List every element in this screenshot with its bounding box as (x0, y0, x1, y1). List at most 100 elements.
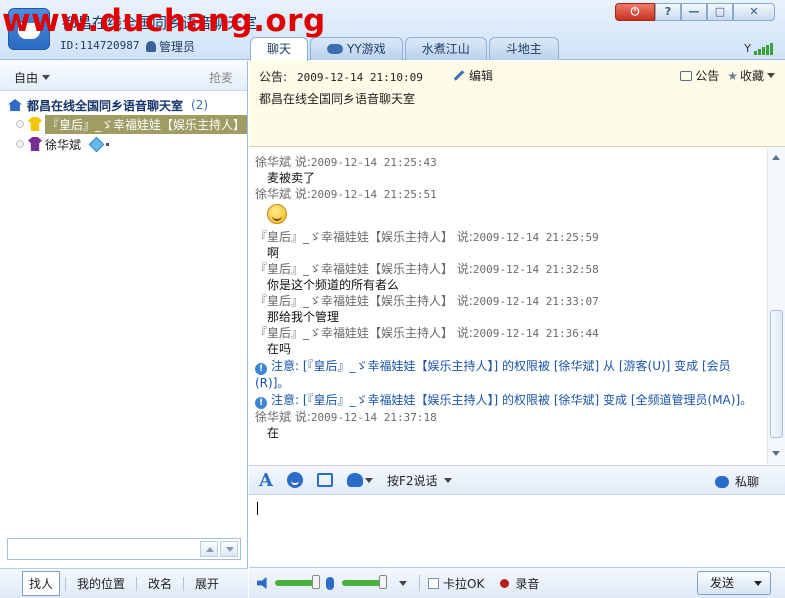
mic-mode-dropdown[interactable]: 自由 (14, 69, 51, 86)
announcement-actions: 公告 ★ 收藏 (680, 67, 775, 84)
message-header: 『皇后』_ゞ幸福娃娃【娱乐主持人】 说:2009-12-14 21:33:07 (255, 293, 767, 309)
star-icon: ★ (727, 69, 738, 83)
find-user-button[interactable]: 找人 (22, 571, 61, 596)
slider-knob[interactable] (312, 575, 320, 589)
message-said: 说: (456, 230, 473, 244)
grin-emoji-icon (267, 204, 287, 224)
notice-text: 注意: [『皇后』_ゞ幸福娃娃【娱乐主持人】] 的权限被 [徐华斌] 从 [游客… (255, 359, 731, 390)
my-location-button[interactable]: 我的位置 (71, 572, 131, 595)
chat-toolbar: A 按F2说话 私聊 (249, 465, 785, 495)
member-item-host[interactable]: 『皇后』_ゞ幸福娃娃【娱乐主持人】 (0, 114, 247, 134)
watermark: www.duchang.org (2, 3, 326, 39)
message-header: 徐华斌 说:2009-12-14 21:25:51 (255, 186, 767, 202)
slider-knob[interactable] (379, 575, 387, 589)
tab-doudizhu[interactable]: 斗地主 (488, 37, 559, 60)
chevron-down-icon[interactable] (399, 580, 407, 586)
channel-tree-panel: 自由 抢麦 都昌在线全国同乡语音聊天室 (2) 『皇后』_ゞ幸福娃娃【娱乐主持人… (0, 61, 248, 598)
home-icon (8, 99, 22, 111)
chevron-down-icon (767, 73, 775, 78)
channel-root[interactable]: 都昌在线全国同乡语音聊天室 (2) (0, 96, 247, 114)
user-icon (146, 41, 156, 52)
mic-status-icon (106, 142, 110, 146)
chevron-down-icon[interactable] (754, 581, 762, 586)
admin-vest-icon (28, 137, 42, 151)
message-text: 在 (267, 426, 280, 440)
send-button[interactable]: 发送 (697, 571, 771, 595)
message-author: 『皇后』_ゞ幸福娃娃【娱乐主持人】 (255, 230, 454, 244)
microphone-icon[interactable] (326, 576, 334, 590)
message-author: 徐华斌 (255, 155, 292, 169)
screenshot-icon[interactable] (316, 473, 333, 487)
grab-mic-button[interactable]: 抢麦 (209, 69, 233, 86)
scroll-thumb[interactable] (770, 310, 783, 438)
status-dot-icon (16, 140, 24, 148)
edit-label: 编辑 (469, 69, 494, 83)
help-button[interactable]: ? (655, 3, 681, 21)
edit-announcement-button[interactable]: 编辑 (453, 67, 493, 84)
share-icon[interactable] (346, 473, 363, 487)
scroll-down-arrow[interactable] (770, 447, 783, 461)
message-time: 2009-12-14 21:33:07 (472, 295, 599, 308)
system-notice: ! 注意: [『皇后』_ゞ幸福娃娃【娱乐主持人】] 的权限被 [徐华斌] 变成 [… (255, 392, 760, 409)
message-author: 徐华斌 (255, 187, 292, 201)
maximize-button[interactable]: □ (707, 3, 733, 21)
power-button[interactable]: ⏻ (615, 3, 655, 21)
message-header: 徐华斌 说:2009-12-14 21:25:43 (255, 154, 767, 170)
message-said: 说: (294, 410, 311, 424)
signal-strength-icon: Y (744, 42, 773, 55)
system-notice: ! 注意: [『皇后』_ゞ幸福娃娃【娱乐主持人】] 的权限被 [徐华斌] 从 [游… (255, 358, 760, 391)
message-time: 2009-12-14 21:25:59 (472, 231, 599, 244)
announcement-timestamp: 2009-12-14 21:10:09 (297, 71, 423, 84)
private-chat-label: 私聊 (734, 475, 759, 489)
message-said: 说: (456, 294, 473, 308)
chat-scrollbar[interactable] (767, 148, 785, 464)
message-input[interactable] (255, 500, 779, 562)
member-search-input[interactable] (8, 539, 196, 559)
karaoke-label: 卡拉OK (443, 576, 485, 591)
expand-button[interactable]: 展开 (189, 572, 225, 595)
pencil-icon (453, 70, 465, 81)
chevron-down-icon[interactable] (443, 477, 452, 483)
message-text: 你是这个频道的所有者么 (267, 278, 400, 292)
notice-board-label: 公告 (695, 69, 720, 83)
record-icon[interactable] (500, 578, 510, 588)
font-button[interactable]: A (259, 470, 273, 491)
message-said: 说: (294, 187, 311, 201)
scroll-up-arrow[interactable] (770, 151, 783, 165)
chevron-down-icon[interactable] (364, 477, 373, 483)
private-chat-button[interactable]: 私聊 (714, 473, 759, 490)
message-text: 那给我个管理 (267, 310, 340, 324)
member-search (7, 538, 241, 560)
mic-volume-slider[interactable] (342, 575, 387, 589)
text-cursor (257, 502, 258, 515)
speaker-icon[interactable] (257, 577, 267, 589)
notice-text: 注意: [『皇后』_ゞ幸福娃娃【娱乐主持人】] 的权限被 [徐华斌] 变成 [全… (271, 393, 753, 407)
announcement-panel: 公告: 2009-12-14 21:10:09 编辑 都昌在线全国同乡语音聊天室 … (249, 61, 785, 147)
diamond-icon (88, 136, 105, 152)
scroll-up-button[interactable] (200, 541, 218, 557)
status-dot-icon (16, 120, 24, 128)
tab-shuizhu-jiangshan[interactable]: 水煮江山 (404, 37, 487, 60)
title-bar: 都昌在线全国同乡语音聊天室 ID:114720987 管理员 ⏻ ? — □ ✕… (0, 0, 785, 61)
favorite-button[interactable]: ★ 收藏 (727, 67, 775, 84)
message-author: 『皇后』_ゞ幸福娃娃【娱乐主持人】 (255, 294, 454, 308)
message-header: 『皇后』_ゞ幸福娃娃【娱乐主持人】 说:2009-12-14 21:25:59 (255, 229, 767, 245)
record-button[interactable]: 录音 (515, 575, 539, 592)
close-button[interactable]: ✕ (733, 3, 775, 21)
talk-mode-dropdown[interactable]: 按F2说话 (387, 472, 438, 489)
speaker-volume-slider[interactable] (275, 575, 320, 589)
announcement-text: 都昌在线全国同乡语音聊天室 (259, 92, 416, 106)
member-item-admin[interactable]: 徐华斌 (0, 134, 247, 154)
tab-yy-games[interactable]: YY游戏 (310, 37, 403, 60)
announcement-label: 公告: (259, 70, 288, 84)
karaoke-checkbox[interactable] (428, 577, 439, 589)
rename-button[interactable]: 改名 (142, 572, 178, 595)
notice-board-button[interactable]: 公告 (680, 67, 719, 84)
tab-chat[interactable]: 聊天 (250, 37, 309, 61)
announcement-header: 公告: 2009-12-14 21:10:09 (259, 68, 423, 85)
scroll-down-button[interactable] (220, 541, 238, 557)
message-header: 『皇后』_ゞ幸福娃娃【娱乐主持人】 说:2009-12-14 21:36:44 (255, 325, 767, 341)
user-role: 管理员 (146, 38, 195, 55)
minimize-button[interactable]: — (681, 3, 707, 21)
emoticon-icon[interactable] (286, 472, 303, 488)
